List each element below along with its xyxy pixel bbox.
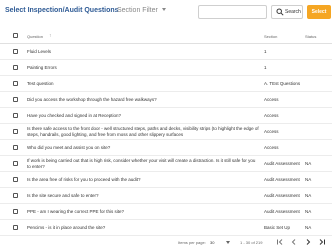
section-cell: Audit Assessment xyxy=(264,161,300,166)
paginator: Items per page: 30 1 - 30 of 219 xyxy=(0,236,332,252)
items-per-page-select[interactable]: 30 xyxy=(210,240,214,245)
section-cell: Audit Assessment xyxy=(264,177,300,182)
section-cell: Audit Assessment xyxy=(264,193,300,198)
row-checkbox[interactable] xyxy=(13,177,18,182)
page-range: 1 - 30 of 219 xyxy=(240,240,263,245)
status-column-header: Status xyxy=(305,34,317,39)
section-cell: 1 xyxy=(264,49,267,54)
row-checkbox[interactable] xyxy=(13,97,18,102)
row-checkbox[interactable] xyxy=(13,193,18,198)
last-page-icon[interactable] xyxy=(317,237,327,247)
select-button[interactable]: Select xyxy=(307,5,331,19)
search-icon xyxy=(276,8,284,16)
table-row[interactable]: Have you checked and signed in at Recept… xyxy=(0,108,332,124)
question-cell: Pencims - is it in place around the site… xyxy=(27,225,106,230)
status-cell: NA xyxy=(305,225,312,230)
section-cell: Access xyxy=(264,97,279,102)
chevron-down-icon[interactable] xyxy=(162,8,166,11)
question-cell: Test question xyxy=(27,81,54,86)
section-cell: Audit Assessment xyxy=(264,209,300,214)
status-cell: NA xyxy=(305,177,312,182)
question-cell: Painting Errors xyxy=(27,65,57,70)
table-row[interactable]: Test question A. TEst Questions xyxy=(0,76,332,92)
question-cell: PPE - am I wearing the correct PPE for t… xyxy=(27,209,125,214)
toolbar: Select Inspection/Audit Questions Sectio… xyxy=(0,0,332,24)
row-checkbox[interactable] xyxy=(13,225,18,230)
question-cell: Have you checked and signed in at Recept… xyxy=(27,113,122,118)
row-checkbox[interactable] xyxy=(13,145,18,150)
section-cell: Access xyxy=(264,113,279,118)
question-cell: Is the site secure and safe to enter? xyxy=(27,193,99,198)
row-checkbox[interactable] xyxy=(13,65,18,70)
table-row[interactable]: Did you access the workshop through the … xyxy=(0,92,332,108)
question-cell: Who did you meet and assist you on site? xyxy=(27,145,111,150)
items-per-page-label: Items per page: xyxy=(178,240,206,245)
row-checkbox[interactable] xyxy=(13,209,18,214)
question-column-header[interactable]: Question xyxy=(27,34,43,39)
row-checkbox[interactable] xyxy=(13,81,18,86)
section-cell: 1 xyxy=(264,65,267,70)
section-cell: Access xyxy=(264,145,279,150)
table-row[interactable]: Who did you meet and assist you on site?… xyxy=(0,140,332,156)
sort-arrow-icon[interactable]: ↑ xyxy=(49,33,52,39)
table-row[interactable]: PPE - am I wearing the correct PPE for t… xyxy=(0,204,332,220)
section-cell: Access xyxy=(264,129,279,134)
section-column-header: Section xyxy=(264,34,278,39)
search-input[interactable] xyxy=(198,5,267,19)
first-page-icon[interactable] xyxy=(275,237,285,247)
row-checkbox[interactable] xyxy=(13,129,18,134)
table-row[interactable]: Pencims - is it in place around the site… xyxy=(0,220,332,236)
question-cell: Is there safe access to the front door -… xyxy=(27,126,259,137)
question-cell: Is the area free of risks for you to pro… xyxy=(27,177,141,182)
table-row[interactable]: Is there safe access to the front door -… xyxy=(0,124,332,140)
status-cell: NA xyxy=(305,193,312,198)
table-row[interactable]: Is the site secure and safe to enter? Aud… xyxy=(0,188,332,204)
next-page-icon[interactable] xyxy=(303,237,313,247)
table-row[interactable]: Fluid Levels 1 xyxy=(0,44,332,60)
table-row[interactable]: Is the area free of risks for you to pro… xyxy=(0,172,332,188)
question-cell: Fluid Levels xyxy=(27,49,52,54)
row-checkbox[interactable] xyxy=(13,49,18,54)
section-cell: A. TEst Questions xyxy=(264,81,301,86)
select-all-checkbox[interactable] xyxy=(13,33,18,38)
question-cell: If work is being carried out that is hig… xyxy=(27,158,256,169)
question-cell: Did you access the workshop through the … xyxy=(27,97,157,102)
chevron-down-icon[interactable] xyxy=(226,241,230,244)
table-header: Question ↑ Section Status xyxy=(0,28,332,44)
status-cell: NA xyxy=(305,209,312,214)
table-row[interactable]: If work is being carried out that is hig… xyxy=(0,156,332,172)
section-cell: Basic Set Up xyxy=(264,225,291,230)
row-checkbox[interactable] xyxy=(13,113,18,118)
row-checkbox[interactable] xyxy=(13,161,18,166)
page-title: Select Inspection/Audit Questions xyxy=(5,7,119,14)
table-row[interactable]: Painting Errors 1 xyxy=(0,60,332,76)
section-filter-dropdown[interactable]: Section Filter xyxy=(117,7,158,14)
previous-page-icon[interactable] xyxy=(289,237,299,247)
status-cell: NA xyxy=(305,161,312,166)
